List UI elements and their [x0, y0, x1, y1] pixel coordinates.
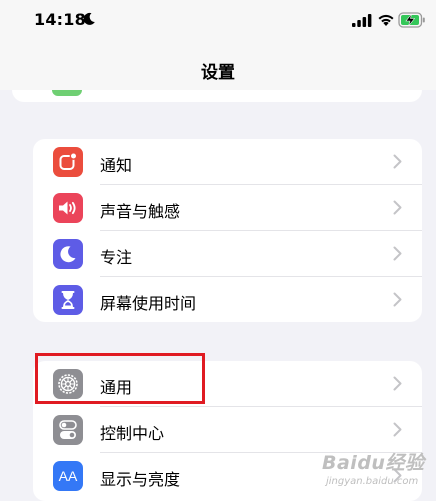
moon-icon — [53, 239, 83, 269]
settings-group-1: 通知 声音与触感 专注 屏幕使用时间 — [33, 139, 422, 322]
status-bar: 14:18 — [0, 0, 436, 42]
chevron-right-icon — [393, 376, 402, 391]
settings-item-control-center[interactable]: 控制中心 — [33, 407, 422, 453]
previous-item-icon-edge — [52, 90, 82, 96]
watermark-url: jingyan.baidu.com — [326, 476, 419, 487]
wifi-icon — [378, 14, 394, 26]
hourglass-icon — [53, 285, 83, 315]
text-size-icon-glyph: AA — [58, 468, 78, 484]
settings-item-label: 控制中心 — [100, 424, 165, 443]
text-size-icon: AA — [53, 461, 83, 491]
settings-item-label: 专注 — [100, 248, 133, 267]
highlight-annotation-box — [35, 353, 205, 404]
settings-item-label: 声音与触感 — [100, 202, 181, 221]
watermark: Baidu经验 jingyan.baidu.com — [322, 448, 432, 494]
chevron-right-icon — [393, 292, 402, 307]
watermark-logo: Baidu经验 — [322, 452, 425, 474]
chevron-right-icon — [393, 246, 402, 261]
settings-item-focus[interactable]: 专注 — [33, 231, 422, 277]
moon-icon — [83, 12, 95, 25]
toggle-icon — [53, 415, 83, 445]
status-time: 14:18 — [34, 10, 86, 29]
settings-item-notifications[interactable]: 通知 — [33, 139, 422, 185]
settings-item-sounds-haptics[interactable]: 声音与触感 — [33, 185, 422, 231]
settings-item-label: 通知 — [100, 156, 133, 175]
speaker-icon — [53, 193, 83, 223]
chevron-right-icon — [393, 200, 402, 215]
battery-charging-icon — [398, 12, 425, 28]
settings-item-screen-time[interactable]: 屏幕使用时间 — [33, 277, 422, 322]
chevron-right-icon — [393, 422, 402, 437]
notification-icon — [53, 147, 83, 177]
chevron-right-icon — [393, 154, 402, 169]
page-title: 设置 — [201, 63, 235, 83]
signal-icon — [352, 14, 372, 27]
settings-item-label: 显示与亮度 — [100, 470, 181, 489]
settings-item-label: 屏幕使用时间 — [100, 294, 197, 313]
nav-bar: 设置 — [0, 42, 436, 90]
